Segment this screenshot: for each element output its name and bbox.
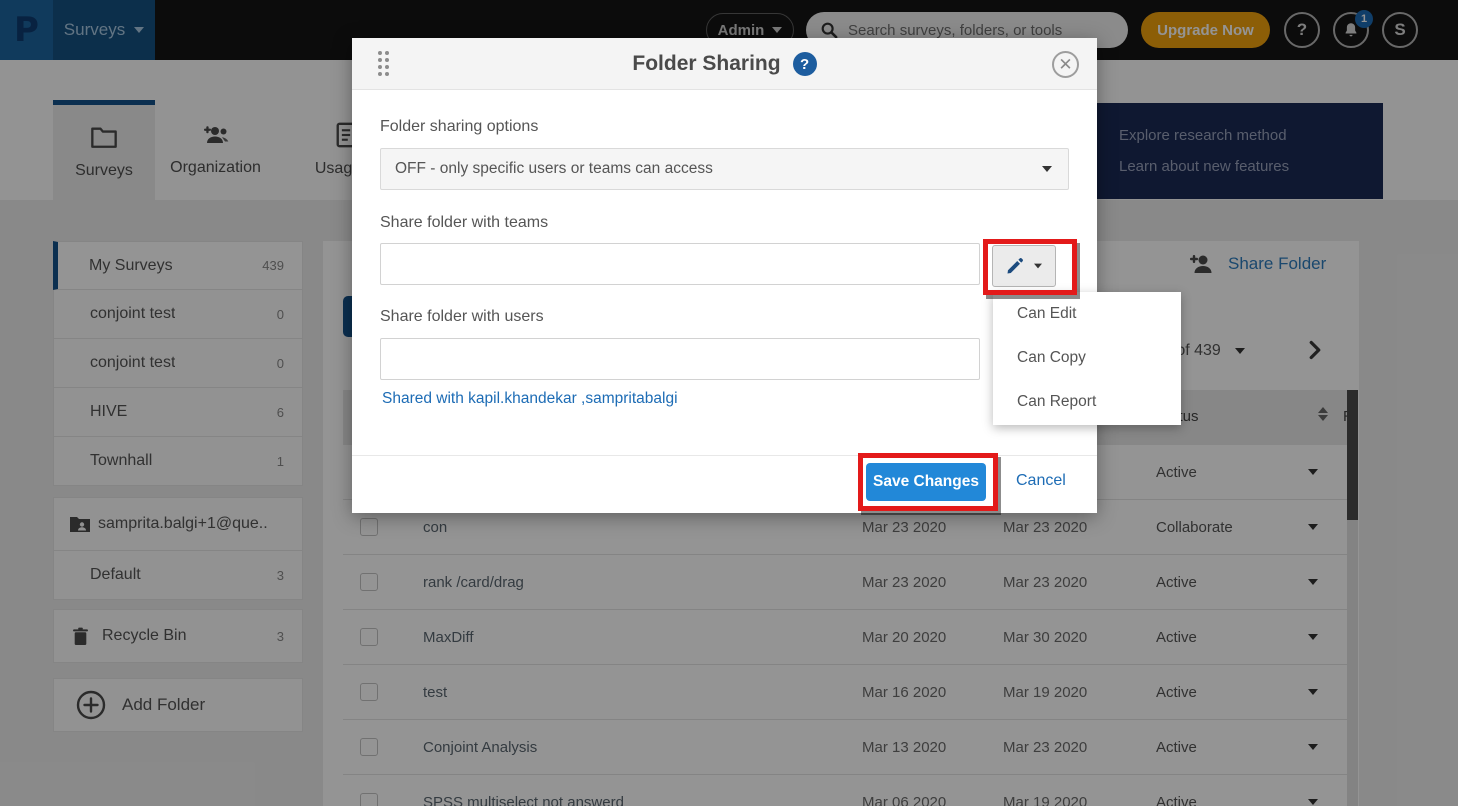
- annotation-box-permission-button: [983, 239, 1077, 295]
- shared-with-text: Shared with kapil.khandekar ,sampritabal…: [382, 390, 678, 408]
- menu-item-can-edit[interactable]: Can Edit: [993, 292, 1181, 336]
- sharing-options-label: Folder sharing options: [380, 118, 538, 136]
- annotation-box-save-button: [858, 453, 998, 511]
- menu-item-can-report[interactable]: Can Report: [993, 380, 1181, 424]
- sharing-options-value: OFF - only specific users or teams can a…: [395, 160, 713, 178]
- app-root: P Surveys Admin Upgrade Now ? 1 S: [0, 0, 1458, 806]
- share-teams-label: Share folder with teams: [380, 214, 548, 232]
- modal-header: Folder Sharing ? ✕: [352, 38, 1097, 90]
- menu-item-can-copy[interactable]: Can Copy: [993, 336, 1181, 380]
- permissions-menu: Can Edit Can Copy Can Report: [993, 292, 1181, 425]
- cancel-button[interactable]: Cancel: [1016, 472, 1066, 490]
- sharing-options-select[interactable]: OFF - only specific users or teams can a…: [380, 148, 1069, 190]
- close-icon[interactable]: ✕: [1052, 51, 1079, 78]
- chevron-down-icon: [1042, 166, 1052, 172]
- share-teams-input[interactable]: [380, 243, 980, 285]
- modal-title: Folder Sharing: [632, 52, 780, 76]
- modal-help-icon[interactable]: ?: [793, 52, 817, 76]
- share-users-input[interactable]: [380, 338, 980, 380]
- share-users-label: Share folder with users: [380, 308, 544, 326]
